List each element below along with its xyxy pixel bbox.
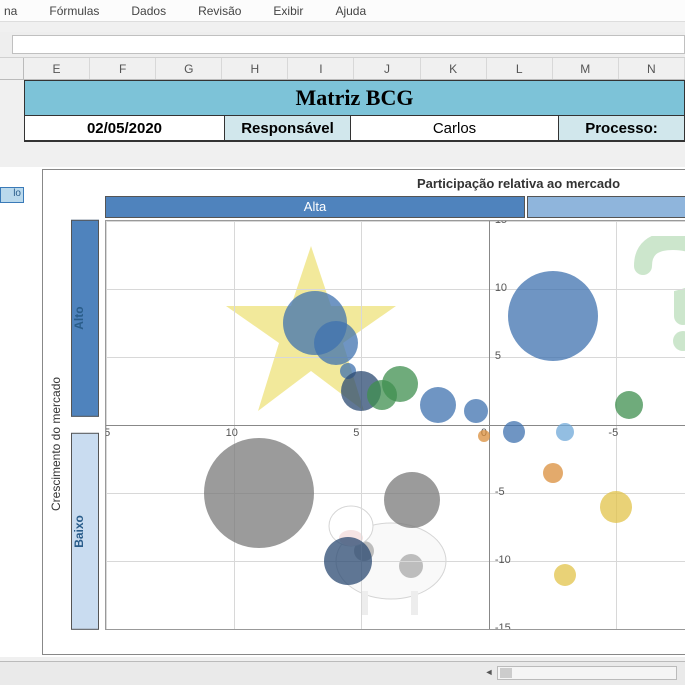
menu-item[interactable]: na xyxy=(4,4,17,18)
chart-y-title: Crescimento do mercado xyxy=(49,258,65,630)
col-header[interactable]: L xyxy=(487,58,553,79)
column-headers: E F G H I J K L M N xyxy=(0,58,685,80)
sheet-title: Matriz BCG xyxy=(24,80,685,116)
quadrant-alta: Alta xyxy=(105,196,525,218)
menu-item[interactable]: Exibir xyxy=(273,4,303,18)
y-tick: 5 xyxy=(495,350,501,362)
col-header[interactable]: F xyxy=(90,58,156,79)
bubble-point[interactable] xyxy=(556,423,574,441)
x-tick: -5 xyxy=(608,427,618,439)
scroll-left-icon[interactable]: ◄ xyxy=(482,667,496,679)
bubble-point[interactable] xyxy=(503,421,525,443)
col-header[interactable]: N xyxy=(619,58,685,79)
y-tick: 10 xyxy=(495,282,507,294)
col-header[interactable]: I xyxy=(288,58,354,79)
info-row: 02/05/2020 Responsável Carlos Processo: xyxy=(24,116,685,142)
gridline-h xyxy=(106,561,685,562)
bubble-point[interactable] xyxy=(554,564,576,586)
quadrant-header: Alta xyxy=(105,196,685,218)
gridline-h xyxy=(106,357,685,358)
y-tick: -15 xyxy=(495,622,511,630)
col-header[interactable]: E xyxy=(24,58,90,79)
quadrant-right xyxy=(527,196,685,218)
col-header[interactable]: M xyxy=(553,58,619,79)
y-tick: 15 xyxy=(495,220,507,226)
bubble-point[interactable] xyxy=(314,321,358,365)
col-header[interactable]: K xyxy=(421,58,487,79)
bubble-point[interactable] xyxy=(367,380,397,410)
scroll-thumb[interactable] xyxy=(500,668,512,678)
x-tick: 5 xyxy=(353,427,359,439)
chart-x-title: Participação relativa ao mercado xyxy=(347,176,685,191)
workspace: lo Participação relativa ao mercado Alta… xyxy=(0,167,685,657)
bubble-point[interactable] xyxy=(420,387,456,423)
process-label: Processo: xyxy=(559,116,685,142)
bubble-point[interactable] xyxy=(615,391,643,419)
x-tick: 10 xyxy=(226,427,238,439)
col-header[interactable]: H xyxy=(222,58,288,79)
status-bar: ◄ xyxy=(0,661,685,685)
menu-item[interactable]: Dados xyxy=(131,4,166,18)
col-header[interactable]: G xyxy=(156,58,222,79)
gridline-h xyxy=(106,629,685,630)
menu-item[interactable]: Revisão xyxy=(198,4,241,18)
sidebar-tab[interactable]: lo xyxy=(0,187,24,203)
formula-bar-strip xyxy=(0,32,685,58)
menu-item[interactable]: Ajuda xyxy=(335,4,366,18)
bubble-point[interactable] xyxy=(384,472,440,528)
bubble-point[interactable] xyxy=(600,491,632,523)
bcg-chart[interactable]: Participação relativa ao mercado Alta Cr… xyxy=(42,169,685,655)
horizontal-scrollbar[interactable]: ◄ xyxy=(497,666,677,680)
gridline-h xyxy=(106,289,685,290)
y-tick: -10 xyxy=(495,554,511,566)
date-value: 02/05/2020 xyxy=(25,116,225,142)
bubble-point[interactable] xyxy=(464,399,488,423)
question-icon xyxy=(613,236,685,366)
gridline-h xyxy=(106,221,685,222)
bubble-point[interactable] xyxy=(508,271,598,361)
y-quadrants: Alto Baixo xyxy=(71,220,99,630)
select-all-cell[interactable] xyxy=(0,58,24,79)
col-header[interactable]: J xyxy=(354,58,420,79)
y-quadrant-baixo: Baixo xyxy=(71,433,99,630)
menu-bar: na Fórmulas Dados Revisão Exibir Ajuda xyxy=(0,0,685,22)
responsible-label: Responsável xyxy=(225,116,351,142)
bubble-point[interactable] xyxy=(478,430,490,442)
y-tick: -5 xyxy=(495,486,505,498)
bubble-point[interactable] xyxy=(204,438,314,548)
x-tick: 15 xyxy=(105,427,110,439)
y-quadrant-alto: Alto xyxy=(71,220,99,417)
bubble-point[interactable] xyxy=(543,463,563,483)
menu-item[interactable]: Fórmulas xyxy=(49,4,99,18)
plot-area[interactable]: 151050-515105-5-10-15 xyxy=(105,220,685,630)
responsible-value: Carlos xyxy=(351,116,559,142)
formula-bar[interactable] xyxy=(12,35,685,54)
